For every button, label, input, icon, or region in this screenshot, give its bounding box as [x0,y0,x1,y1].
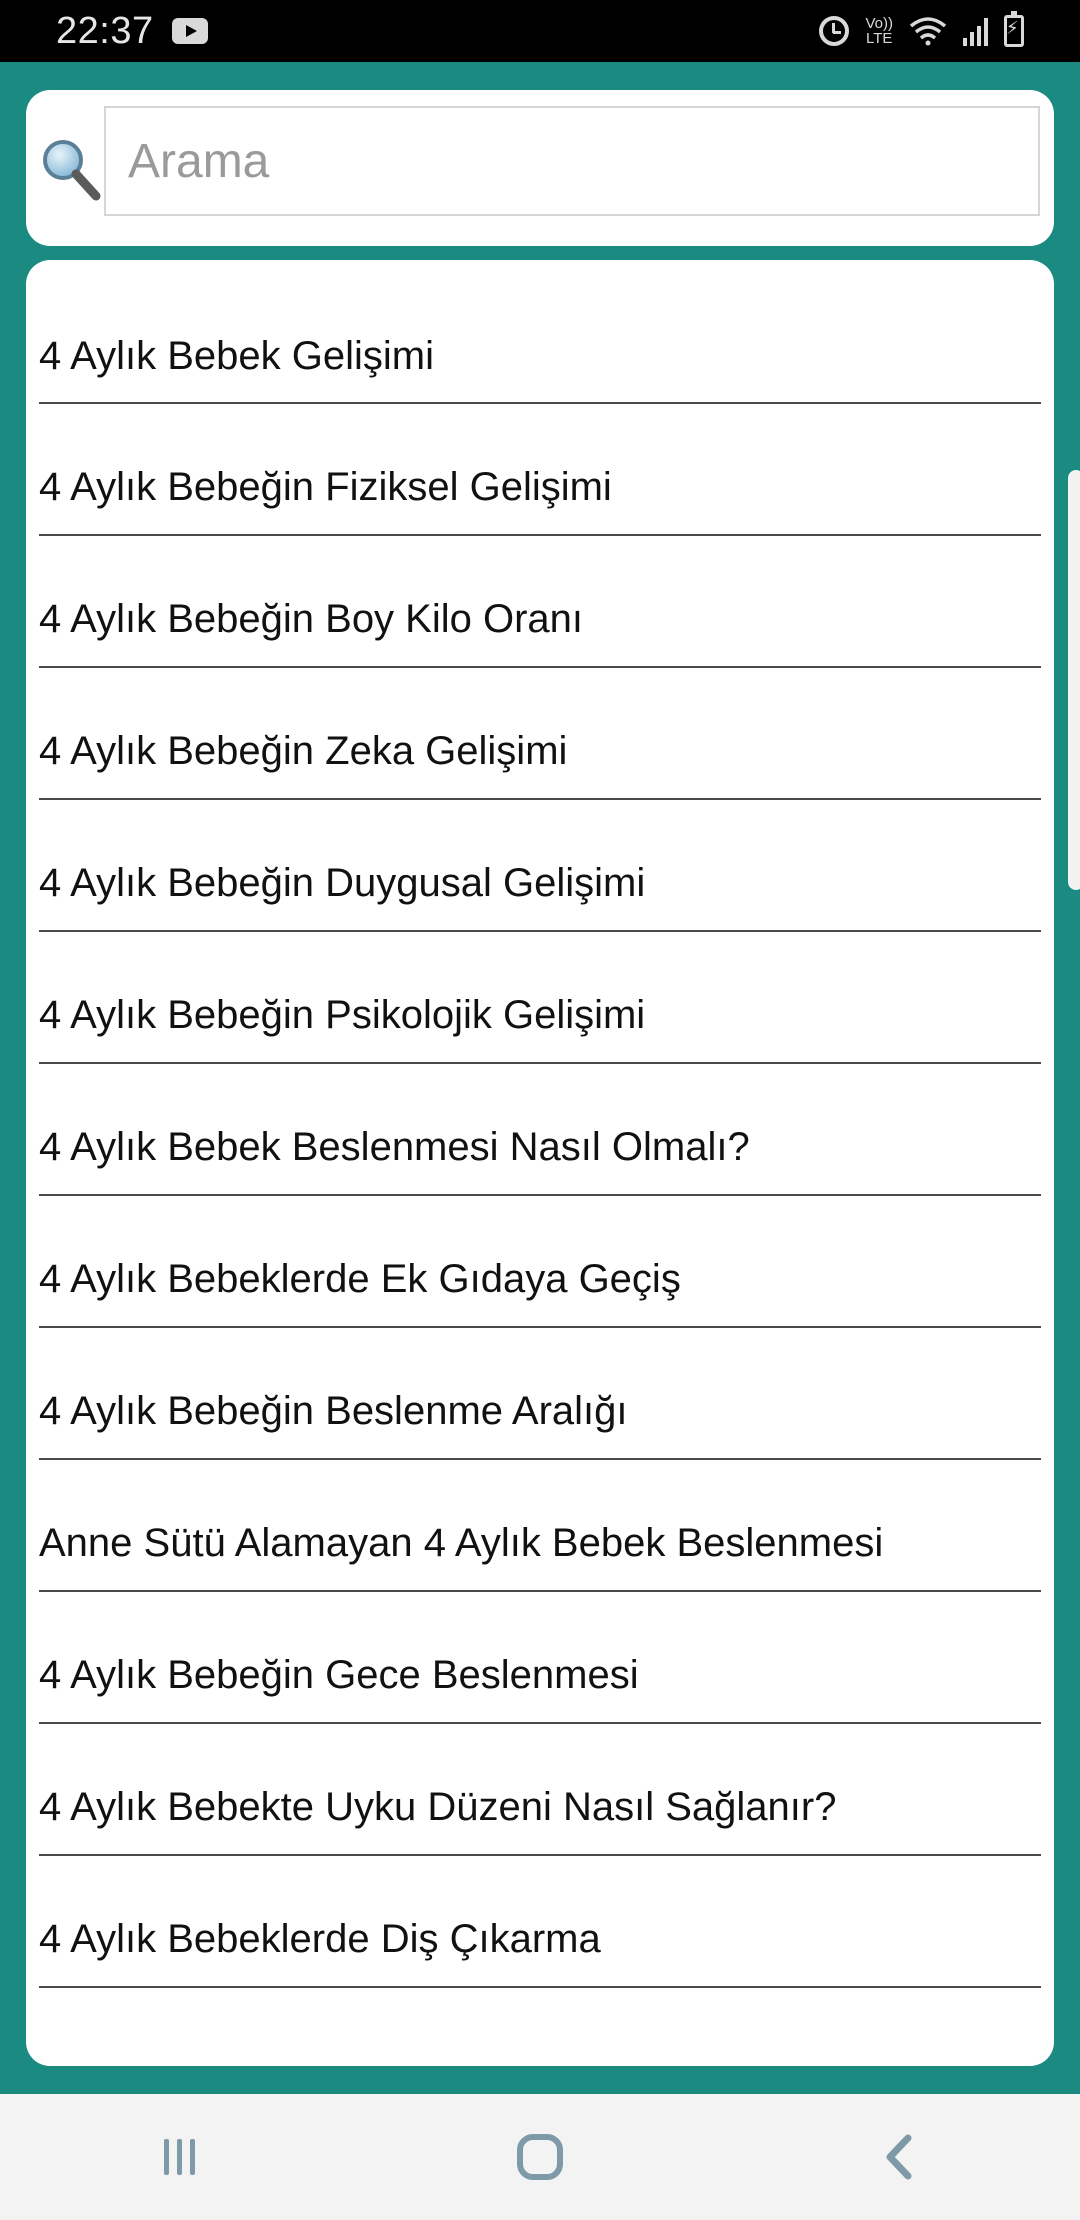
list-item[interactable]: 4 Aylık Bebeğin Psikolojik Gelişimi [39,932,1041,1064]
list-item[interactable]: 4 Aylık Bebekte Uyku Düzeni Nasıl Sağlan… [39,1724,1041,1856]
list-item-label: 4 Aylık Bebeğin Gece Beslenmesi [39,1652,639,1697]
list-item[interactable]: 4 Aylık Bebeğin Boy Kilo Oranı [39,536,1041,668]
list-item-label: 4 Aylık Bebeğin Boy Kilo Oranı [39,596,584,641]
list-item[interactable]: 4 Aylık Bebeğin Duygusal Gelişimi [39,800,1041,932]
list-item-label: 4 Aylık Bebek Beslenmesi Nasıl Olmalı? [39,1124,750,1169]
list-item-label: 4 Aylık Bebeğin Zeka Gelişimi [39,728,568,773]
list-item[interactable]: 4 Aylık Bebek Gelişimi [39,260,1041,404]
list-item[interactable]: 4 Aylık Bebeğin Gece Beslenmesi [39,1592,1041,1724]
list-item[interactable]: 4 Aylık Bebeğin Zeka Gelişimi [39,668,1041,800]
list-item-label: 4 Aylık Bebeğin Fiziksel Gelişimi [39,464,612,509]
scrollbar-thumb[interactable] [1068,470,1080,890]
list-item-label: 4 Aylık Bebeğin Beslenme Aralığı [39,1388,628,1433]
alarm-icon [819,16,850,46]
status-icons: Vo)) LTE [819,11,1024,47]
list-item-label: 4 Aylık Bebekte Uyku Düzeni Nasıl Sağlan… [39,1784,837,1829]
search-input[interactable] [104,106,1040,216]
volte-icon: Vo)) LTE [865,16,893,46]
home-button[interactable] [480,2117,600,2197]
topic-list-card: 4 Aylık Bebek Gelişimi 4 Aylık Bebeğin Fi… [26,260,1054,2066]
list-item[interactable]: 4 Aylık Bebeğin Beslenme Aralığı [39,1328,1041,1460]
topic-list: 4 Aylık Bebek Gelişimi 4 Aylık Bebeğin Fi… [39,260,1041,1988]
search-card [26,90,1054,246]
list-item[interactable]: 4 Aylık Bebek Beslenmesi Nasıl Olmalı? [39,1064,1041,1196]
list-item-label: Anne Sütü Alamayan 4 Aylık Bebek Beslenm… [39,1520,884,1565]
status-bar: 22:37 Vo)) LTE [0,0,1080,62]
list-item-label: 4 Aylık Bebeğin Psikolojik Gelişimi [39,992,646,1037]
youtube-icon [171,18,208,44]
list-item-label: 4 Aylık Bebeklerde Diş Çıkarma [39,1916,601,1961]
battery-charging-icon [1004,11,1024,47]
search-icon [43,140,101,201]
recent-apps-button[interactable] [120,2117,240,2197]
list-item[interactable]: Anne Sütü Alamayan 4 Aylık Bebek Beslenm… [39,1460,1041,1592]
list-item-label: 4 Aylık Bebek Gelişimi [39,333,434,378]
recent-apps-icon [164,2139,195,2175]
list-item[interactable]: 4 Aylık Bebeklerde Diş Çıkarma [39,1856,1041,1988]
list-item-label: 4 Aylık Bebeklerde Ek Gıdaya Geçiş [39,1256,681,1301]
navigation-bar [0,2094,1080,2220]
list-item-label: 4 Aylık Bebeğin Duygusal Gelişimi [39,860,646,905]
list-item[interactable]: 4 Aylık Bebeğin Fiziksel Gelişimi [39,404,1041,536]
back-button[interactable] [840,2117,960,2197]
volte-label-bottom: LTE [866,30,893,47]
wifi-icon [909,17,947,46]
home-icon [517,2134,563,2180]
status-time: 22:37 [56,9,154,52]
back-icon [886,2134,912,2180]
signal-icon [963,16,988,46]
list-item[interactable]: 4 Aylık Bebeklerde Ek Gıdaya Geçiş [39,1196,1041,1328]
